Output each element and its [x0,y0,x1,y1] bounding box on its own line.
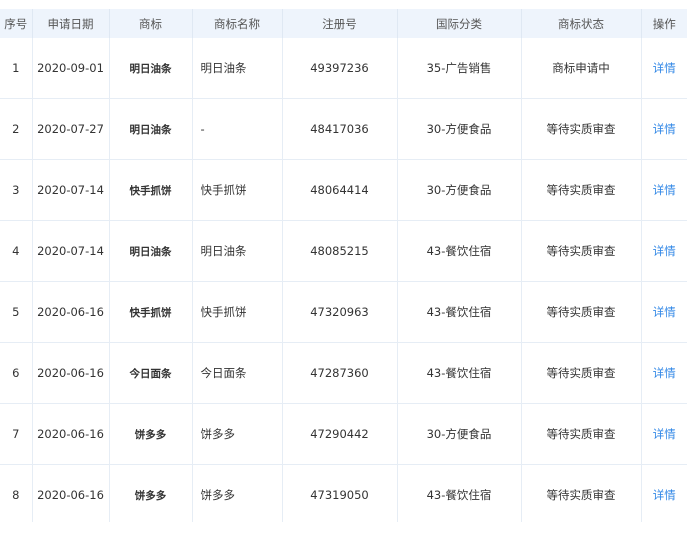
action-cell: 详情 [641,403,687,465]
international-class: 43-餐饮住宿 [397,281,522,343]
registration-number: 47320963 [282,281,398,343]
apply-date: 2020-07-14 [32,220,110,282]
column-header-trademark-name: 商标名称 [192,9,283,38]
international-class: 35-广告销售 [397,38,522,99]
apply-date: 2020-06-16 [32,403,110,465]
detail-link[interactable]: 详情 [653,305,676,319]
action-cell: 详情 [641,281,687,343]
trademark-status: 等待实质审查 [521,281,642,343]
bottom-cutoff [0,522,697,535]
row-index: 4 [0,220,33,282]
trademark-image-text: 明日油条 [109,98,193,160]
trademark-status: 等待实质审查 [521,159,642,221]
trademark-name: 快手抓饼 [192,159,283,221]
detail-link[interactable]: 详情 [653,183,676,197]
registration-number: 48064414 [282,159,398,221]
trademark-name: 快手抓饼 [192,281,283,343]
detail-link[interactable]: 详情 [653,122,676,136]
international-class: 30-方便食品 [397,98,522,160]
international-class: 43-餐饮住宿 [397,464,522,526]
apply-date: 2020-09-01 [32,38,110,99]
table-body: 1 2020-09-01 明日油条 明日油条 49397236 35-广告销售 … [0,38,687,526]
column-header-action: 操作 [641,9,687,38]
detail-link[interactable]: 详情 [653,488,676,502]
table-row: 4 2020-07-14 明日油条 明日油条 48085215 43-餐饮住宿 … [0,220,687,282]
apply-date: 2020-07-14 [32,159,110,221]
action-cell: 详情 [641,159,687,221]
row-index: 5 [0,281,33,343]
international-class: 30-方便食品 [397,159,522,221]
action-cell: 详情 [641,38,687,99]
action-cell: 详情 [641,98,687,160]
registration-number: 49397236 [282,38,398,99]
trademark-status: 商标申请中 [521,38,642,99]
row-index: 1 [0,38,33,99]
trademark-image-text: 今日面条 [109,342,193,404]
action-cell: 详情 [641,342,687,404]
table-row: 7 2020-06-16 饼多多 饼多多 47290442 30-方便食品 等待… [0,403,687,465]
column-header-apply-date: 申请日期 [32,9,110,38]
action-cell: 详情 [641,464,687,526]
table-row: 5 2020-06-16 快手抓饼 快手抓饼 47320963 43-餐饮住宿 … [0,281,687,343]
trademark-status: 等待实质审查 [521,464,642,526]
table-row: 1 2020-09-01 明日油条 明日油条 49397236 35-广告销售 … [0,38,687,99]
column-header-registration-number: 注册号 [282,9,398,38]
header-row: 序号 申请日期 商标 商标名称 注册号 国际分类 商标状态 操作 [0,9,687,38]
row-index: 7 [0,403,33,465]
detail-link[interactable]: 详情 [653,427,676,441]
international-class: 30-方便食品 [397,403,522,465]
column-header-international-class: 国际分类 [397,9,522,38]
action-cell: 详情 [641,220,687,282]
apply-date: 2020-06-16 [32,342,110,404]
column-header-status: 商标状态 [521,9,642,38]
registration-number: 48417036 [282,98,398,160]
table-row: 3 2020-07-14 快手抓饼 快手抓饼 48064414 30-方便食品 … [0,159,687,221]
table-header: 序号 申请日期 商标 商标名称 注册号 国际分类 商标状态 操作 [0,9,687,38]
trademark-table: 序号 申请日期 商标 商标名称 注册号 国际分类 商标状态 操作 1 2020-… [0,9,687,526]
trademark-status: 等待实质审查 [521,342,642,404]
trademark-name: 今日面条 [192,342,283,404]
trademark-table-container: 序号 申请日期 商标 商标名称 注册号 国际分类 商标状态 操作 1 2020-… [0,9,687,526]
column-header-trademark: 商标 [109,9,193,38]
column-header-index: 序号 [0,9,33,38]
row-index: 6 [0,342,33,404]
trademark-name: 饼多多 [192,403,283,465]
trademark-name: 明日油条 [192,220,283,282]
international-class: 43-餐饮住宿 [397,220,522,282]
registration-number: 48085215 [282,220,398,282]
trademark-status: 等待实质审查 [521,220,642,282]
trademark-name: 明日油条 [192,38,283,99]
table-row: 6 2020-06-16 今日面条 今日面条 47287360 43-餐饮住宿 … [0,342,687,404]
detail-link[interactable]: 详情 [653,61,676,75]
apply-date: 2020-07-27 [32,98,110,160]
trademark-name: - [192,98,283,160]
apply-date: 2020-06-16 [32,281,110,343]
trademark-image-text: 明日油条 [109,38,193,99]
trademark-status: 等待实质审查 [521,403,642,465]
trademark-image-text: 快手抓饼 [109,159,193,221]
row-index: 8 [0,464,33,526]
detail-link[interactable]: 详情 [653,244,676,258]
trademark-image-text: 饼多多 [109,464,193,526]
trademark-name: 饼多多 [192,464,283,526]
registration-number: 47287360 [282,342,398,404]
registration-number: 47319050 [282,464,398,526]
trademark-image-text: 快手抓饼 [109,281,193,343]
row-index: 3 [0,159,33,221]
trademark-status: 等待实质审查 [521,98,642,160]
trademark-image-text: 饼多多 [109,403,193,465]
trademark-image-text: 明日油条 [109,220,193,282]
international-class: 43-餐饮住宿 [397,342,522,404]
detail-link[interactable]: 详情 [653,366,676,380]
table-row: 2 2020-07-27 明日油条 - 48417036 30-方便食品 等待实… [0,98,687,160]
registration-number: 47290442 [282,403,398,465]
table-row: 8 2020-06-16 饼多多 饼多多 47319050 43-餐饮住宿 等待… [0,464,687,526]
row-index: 2 [0,98,33,160]
apply-date: 2020-06-16 [32,464,110,526]
